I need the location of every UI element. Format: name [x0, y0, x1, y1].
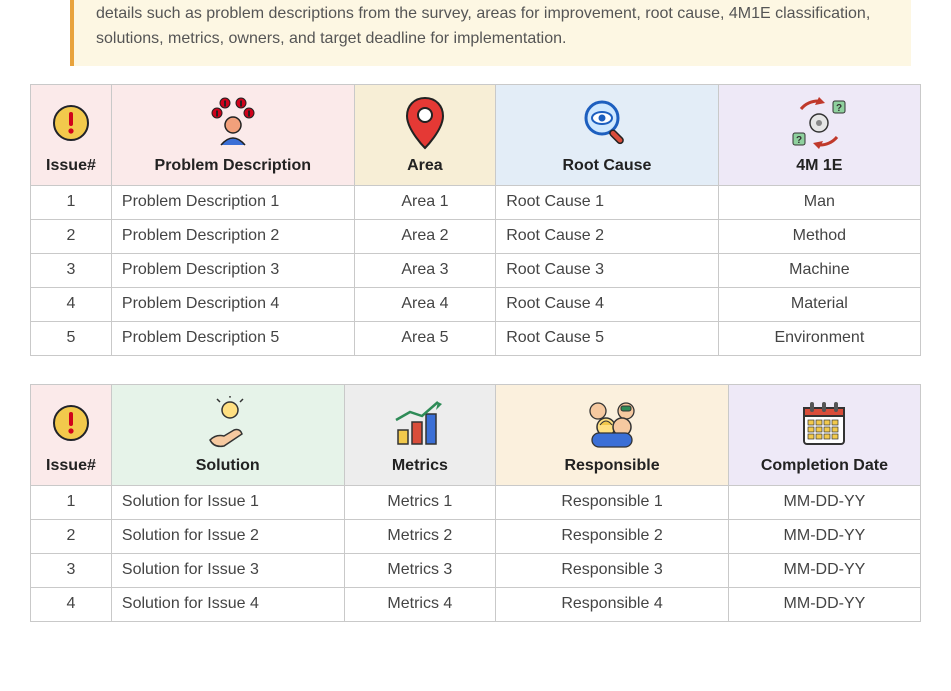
table-row: 3Problem Description 3Area 3Root Cause 3…: [31, 253, 921, 287]
cell-metrics: Metrics 3: [344, 553, 496, 587]
cell-solution: Solution for Issue 2: [111, 519, 344, 553]
cell-completion: MM-DD-YY: [728, 519, 920, 553]
col-label: Area: [407, 157, 443, 175]
cell-issue: 2: [31, 519, 112, 553]
col-issue: Issue#: [31, 84, 112, 185]
table-header-row: Issue# Solution: [31, 384, 921, 485]
cell-4m1e: Method: [718, 219, 920, 253]
cell-completion: MM-DD-YY: [728, 553, 920, 587]
col-label: Completion Date: [761, 457, 888, 475]
intro-callout: details such as problem descriptions fro…: [70, 0, 911, 66]
cell-root: Root Cause 4: [496, 287, 719, 321]
cell-completion: MM-DD-YY: [728, 485, 920, 519]
cell-metrics: Metrics 4: [344, 587, 496, 621]
cell-completion: MM-DD-YY: [728, 587, 920, 621]
cell-area: Area 4: [354, 287, 496, 321]
cell-issue: 5: [31, 321, 112, 355]
col-problem: ! ! ! ! Problem Description: [111, 84, 354, 185]
col-4m1e: ? ? 4M 1E: [718, 84, 920, 185]
cell-problem: Problem Description 3: [111, 253, 354, 287]
cell-4m1e: Man: [718, 185, 920, 219]
process-cycle-icon: ? ?: [789, 95, 849, 151]
growth-chart-icon: [392, 395, 448, 451]
col-label: Issue#: [46, 457, 96, 475]
cell-issue: 4: [31, 587, 112, 621]
svg-text:!: !: [216, 111, 218, 118]
table-row: 3Solution for Issue 3Metrics 3Responsibl…: [31, 553, 921, 587]
table-row: 1Solution for Issue 1Metrics 1Responsibl…: [31, 485, 921, 519]
team-people-icon: [580, 395, 644, 451]
cell-4m1e: Environment: [718, 321, 920, 355]
table-row: 5Problem Description 5Area 5Root Cause 5…: [31, 321, 921, 355]
cell-area: Area 2: [354, 219, 496, 253]
cell-4m1e: Machine: [718, 253, 920, 287]
issues-table-2: Issue# Solution: [30, 384, 921, 622]
cell-problem: Problem Description 4: [111, 287, 354, 321]
cell-area: Area 3: [354, 253, 496, 287]
magnifier-eye-icon: [580, 95, 634, 151]
idea-hand-icon: [200, 395, 256, 451]
cell-issue: 3: [31, 553, 112, 587]
col-label: Problem Description: [155, 157, 311, 175]
cell-root: Root Cause 2: [496, 219, 719, 253]
col-completion: Completion Date: [728, 384, 920, 485]
col-issue: Issue#: [31, 384, 112, 485]
cell-issue: 4: [31, 287, 112, 321]
col-label: Root Cause: [563, 157, 652, 175]
cell-root: Root Cause 3: [496, 253, 719, 287]
alert-icon: [51, 95, 91, 151]
col-label: Solution: [196, 457, 260, 475]
col-root: Root Cause: [496, 84, 719, 185]
calendar-icon: [799, 395, 849, 451]
cell-metrics: Metrics 1: [344, 485, 496, 519]
table-row: 1Problem Description 1Area 1Root Cause 1…: [31, 185, 921, 219]
col-solution: Solution: [111, 384, 344, 485]
cell-root: Root Cause 5: [496, 321, 719, 355]
col-area: Area: [354, 84, 496, 185]
alert-icon: [51, 395, 91, 451]
intro-text: details such as problem descriptions fro…: [96, 5, 870, 47]
cell-responsible: Responsible 2: [496, 519, 729, 553]
col-metrics: Metrics: [344, 384, 496, 485]
cell-issue: 3: [31, 253, 112, 287]
location-pin-icon: [405, 95, 445, 151]
cell-issue: 2: [31, 219, 112, 253]
col-label: Issue#: [46, 157, 96, 175]
cell-responsible: Responsible 1: [496, 485, 729, 519]
cell-responsible: Responsible 4: [496, 587, 729, 621]
table-row: 2Solution for Issue 2Metrics 2Responsibl…: [31, 519, 921, 553]
col-label: Metrics: [392, 457, 448, 475]
svg-text:?: ?: [796, 135, 802, 146]
col-responsible: Responsible: [496, 384, 729, 485]
svg-text:!: !: [240, 101, 242, 108]
cell-4m1e: Material: [718, 287, 920, 321]
table-header-row: Issue# ! ! ! !: [31, 84, 921, 185]
cell-issue: 1: [31, 485, 112, 519]
cell-area: Area 1: [354, 185, 496, 219]
svg-text:?: ?: [836, 103, 842, 114]
col-label: Responsible: [564, 457, 659, 475]
table-row: 2Problem Description 2Area 2Root Cause 2…: [31, 219, 921, 253]
cell-problem: Problem Description 2: [111, 219, 354, 253]
svg-text:!: !: [248, 111, 250, 118]
table-row: 4Solution for Issue 4Metrics 4Responsibl…: [31, 587, 921, 621]
cell-area: Area 5: [354, 321, 496, 355]
cell-solution: Solution for Issue 3: [111, 553, 344, 587]
cell-responsible: Responsible 3: [496, 553, 729, 587]
cell-metrics: Metrics 2: [344, 519, 496, 553]
cell-solution: Solution for Issue 1: [111, 485, 344, 519]
cell-root: Root Cause 1: [496, 185, 719, 219]
svg-text:!: !: [224, 101, 226, 108]
cell-solution: Solution for Issue 4: [111, 587, 344, 621]
person-alerts-icon: ! ! ! !: [203, 95, 263, 151]
cell-problem: Problem Description 5: [111, 321, 354, 355]
table-row: 4Problem Description 4Area 4Root Cause 4…: [31, 287, 921, 321]
cell-problem: Problem Description 1: [111, 185, 354, 219]
col-label: 4M 1E: [796, 157, 842, 175]
cell-issue: 1: [31, 185, 112, 219]
issues-table-1: Issue# ! ! ! !: [30, 84, 921, 356]
